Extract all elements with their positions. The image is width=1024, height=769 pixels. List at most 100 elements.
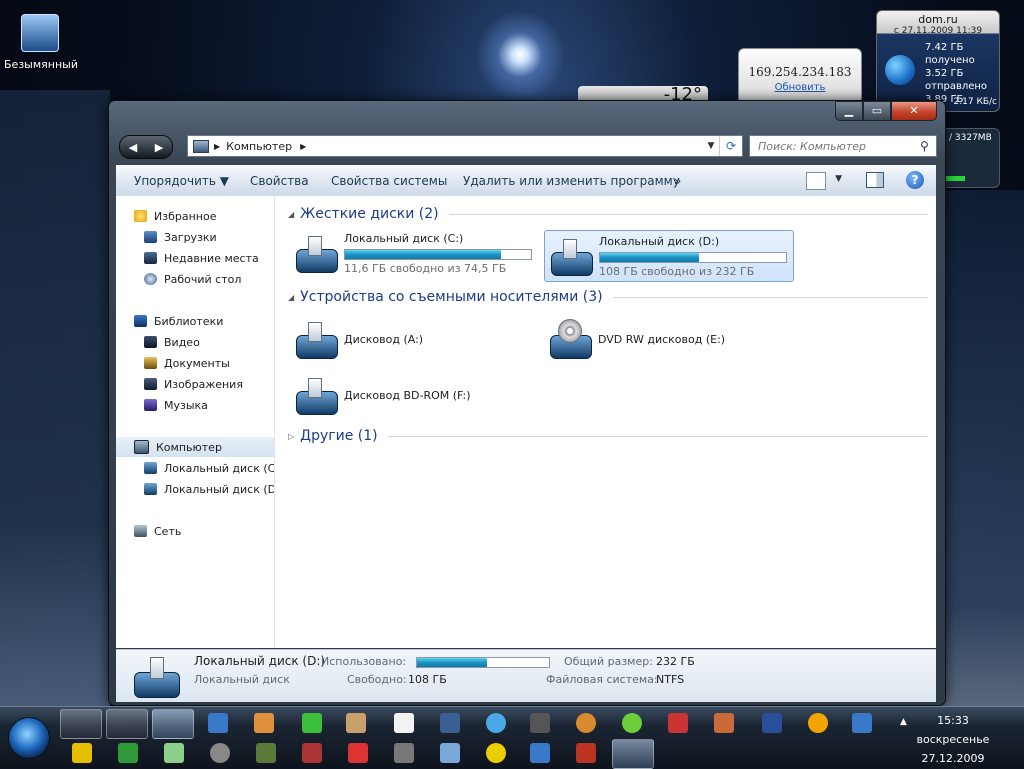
- refresh-icon[interactable]: ⟳: [719, 136, 742, 156]
- drive-name: DVD RW дисковод (E:): [598, 332, 726, 346]
- quicklaunch-icon[interactable]: [440, 743, 460, 763]
- properties-button[interactable]: Свойства: [250, 174, 309, 188]
- utorrent-icon[interactable]: [302, 713, 322, 733]
- drive-tile-d[interactable]: Локальный диск (D:) 108 ГБ свободно из 2…: [544, 230, 794, 282]
- breadcrumb-computer[interactable]: Компьютер: [226, 140, 292, 153]
- sidebar-item-images[interactable]: Изображения: [116, 374, 274, 394]
- network-since: с 27.11.2009 11:39: [893, 26, 983, 36]
- quicklaunch-icon[interactable]: [208, 713, 228, 733]
- address-bar[interactable]: ▶ Компьютер ▶ ▼ ⟳: [187, 135, 743, 157]
- skype-icon[interactable]: [486, 713, 506, 733]
- navigation-row: ◀ ▶ ▶ Компьютер ▶ ▼ ⟳ ⚲: [119, 133, 937, 159]
- details-title: Локальный диск (D:): [194, 654, 326, 668]
- drive-name: Дисковод (A:): [344, 332, 424, 346]
- start-button[interactable]: [8, 717, 50, 759]
- breadcrumb-separator[interactable]: ▶: [214, 142, 220, 151]
- view-dropdown-icon[interactable]: ▼: [835, 174, 842, 184]
- drive-tile-f[interactable]: Дисковод BD-ROM (F:): [290, 370, 530, 420]
- help-icon[interactable]: ?: [906, 171, 924, 189]
- quicklaunch-icon[interactable]: [346, 713, 366, 733]
- quicklaunch-icon[interactable]: [394, 713, 414, 733]
- navigation-pane: Избранное Загрузки Недавние места Рабочи…: [116, 196, 275, 648]
- group-hard-disks[interactable]: ◢ Жесткие диски (2): [288, 206, 928, 222]
- info-icon[interactable]: [808, 713, 828, 733]
- desktop-icon-unnamed[interactable]: Безымянный: [4, 14, 78, 71]
- minimize-button[interactable]: ▁: [835, 101, 863, 121]
- drive-usage-bar: [344, 248, 532, 260]
- ip-gadget: 169.254.234.183 Обновить: [738, 48, 862, 104]
- sidebar-item-drive-c[interactable]: Локальный диск (C:): [116, 458, 274, 478]
- quicklaunch-icon[interactable]: [394, 743, 414, 763]
- sidebar-item-label: Видео: [164, 335, 200, 349]
- sidebar-item-drive-d[interactable]: Локальный диск (D:): [116, 479, 274, 499]
- sidebar-item-recent[interactable]: Недавние места: [116, 248, 274, 268]
- organize-button[interactable]: Упорядочить ▼: [134, 174, 229, 188]
- address-dropdown-icon[interactable]: ▼: [703, 141, 719, 151]
- network-received-label: получено: [925, 55, 975, 66]
- sidebar-item-computer[interactable]: Компьютер: [116, 437, 274, 457]
- search-icon[interactable]: ⚲: [920, 139, 929, 153]
- radiation-icon[interactable]: [486, 743, 506, 763]
- group-other[interactable]: ▷ Другие (1): [288, 428, 928, 444]
- sidebar-item-music[interactable]: Музыка: [116, 395, 274, 415]
- drive-name: Локальный диск (C:): [344, 231, 464, 245]
- sidebar-item-network[interactable]: Сеть: [116, 521, 274, 541]
- back-button[interactable]: ◀: [129, 141, 137, 154]
- taskbar-button-app2[interactable]: [106, 709, 148, 739]
- memory-gadget: / 3327MB: [940, 128, 1000, 188]
- maximize-button[interactable]: ▭: [863, 101, 891, 121]
- change-view-icon[interactable]: [806, 172, 826, 190]
- quicklaunch-icon[interactable]: [256, 743, 276, 763]
- quicklaunch-icon[interactable]: [72, 743, 92, 763]
- group-removable[interactable]: ◢ Устройства со съемными носителями (3): [288, 289, 928, 305]
- forward-button[interactable]: ▶: [155, 141, 163, 154]
- system-properties-button[interactable]: Свойства системы: [331, 174, 447, 188]
- sidebar-item-desktop[interactable]: Рабочий стол: [116, 269, 274, 289]
- sidebar-item-video[interactable]: Видео: [116, 332, 274, 352]
- quicklaunch-icon[interactable]: [164, 743, 184, 763]
- sidebar-item-label: Сеть: [154, 524, 182, 538]
- quicklaunch-icon[interactable]: [714, 713, 734, 733]
- ip-refresh-link[interactable]: Обновить: [739, 82, 861, 93]
- uninstall-program-button[interactable]: Удалить или изменить программу: [463, 174, 680, 188]
- sidebar-item-favorites[interactable]: Избранное: [116, 206, 274, 226]
- search-input[interactable]: [756, 138, 920, 154]
- details-usage-fill: [417, 658, 487, 667]
- quicklaunch-icon[interactable]: [302, 743, 322, 763]
- quicklaunch-icon[interactable]: [440, 713, 460, 733]
- expanded-triangle-icon: ◢: [288, 209, 295, 219]
- bd-rom-drive-icon: [294, 375, 338, 415]
- sidebar-item-documents[interactable]: Документы: [116, 353, 274, 373]
- drive-tile-e[interactable]: DVD RW дисковод (E:): [544, 314, 784, 364]
- sidebar-item-downloads[interactable]: Загрузки: [116, 227, 274, 247]
- quicklaunch-icon[interactable]: [576, 713, 596, 733]
- quicklaunch-icon[interactable]: [852, 713, 872, 733]
- quicklaunch-icon[interactable]: [668, 713, 688, 733]
- details-subtitle: Локальный диск: [194, 673, 290, 686]
- quicklaunch-icon[interactable]: [530, 743, 550, 763]
- more-commands-button[interactable]: »: [674, 174, 681, 188]
- mp3cut-icon[interactable]: [118, 743, 138, 763]
- drive-free-space: 108 ГБ свободно из 232 ГБ: [599, 264, 755, 278]
- taskbar-button-app1[interactable]: [60, 709, 102, 739]
- sidebar-item-libraries[interactable]: Библиотеки: [116, 311, 274, 331]
- documents-icon: [144, 357, 157, 369]
- floppy-icon[interactable]: [762, 713, 782, 733]
- close-button[interactable]: ✕: [891, 101, 937, 121]
- preview-pane-icon[interactable]: [866, 172, 884, 188]
- taskbar-button-paint[interactable]: [612, 739, 654, 769]
- half-life-icon[interactable]: [254, 713, 274, 733]
- drive-tile-a[interactable]: Дисковод (A:): [290, 314, 530, 364]
- quicklaunch-icon[interactable]: [622, 713, 642, 733]
- computer-icon: [193, 139, 209, 153]
- details-pane: Локальный диск (D:) Локальный диск Испол…: [116, 649, 936, 702]
- drive-usage-bar: [599, 251, 787, 263]
- steam-icon[interactable]: [530, 713, 550, 733]
- quicklaunch-icon[interactable]: [210, 743, 230, 763]
- system-clock[interactable]: 15:33 воскресенье 27.12.2009: [898, 711, 1008, 768]
- breadcrumb-separator[interactable]: ▶: [300, 142, 306, 151]
- drive-tile-c[interactable]: Локальный диск (C:) 11,6 ГБ свободно из …: [290, 228, 536, 278]
- quicklaunch-icon[interactable]: [576, 743, 596, 763]
- taskbar-button-explorer[interactable]: [152, 709, 194, 739]
- quicklaunch-icon[interactable]: [348, 743, 368, 763]
